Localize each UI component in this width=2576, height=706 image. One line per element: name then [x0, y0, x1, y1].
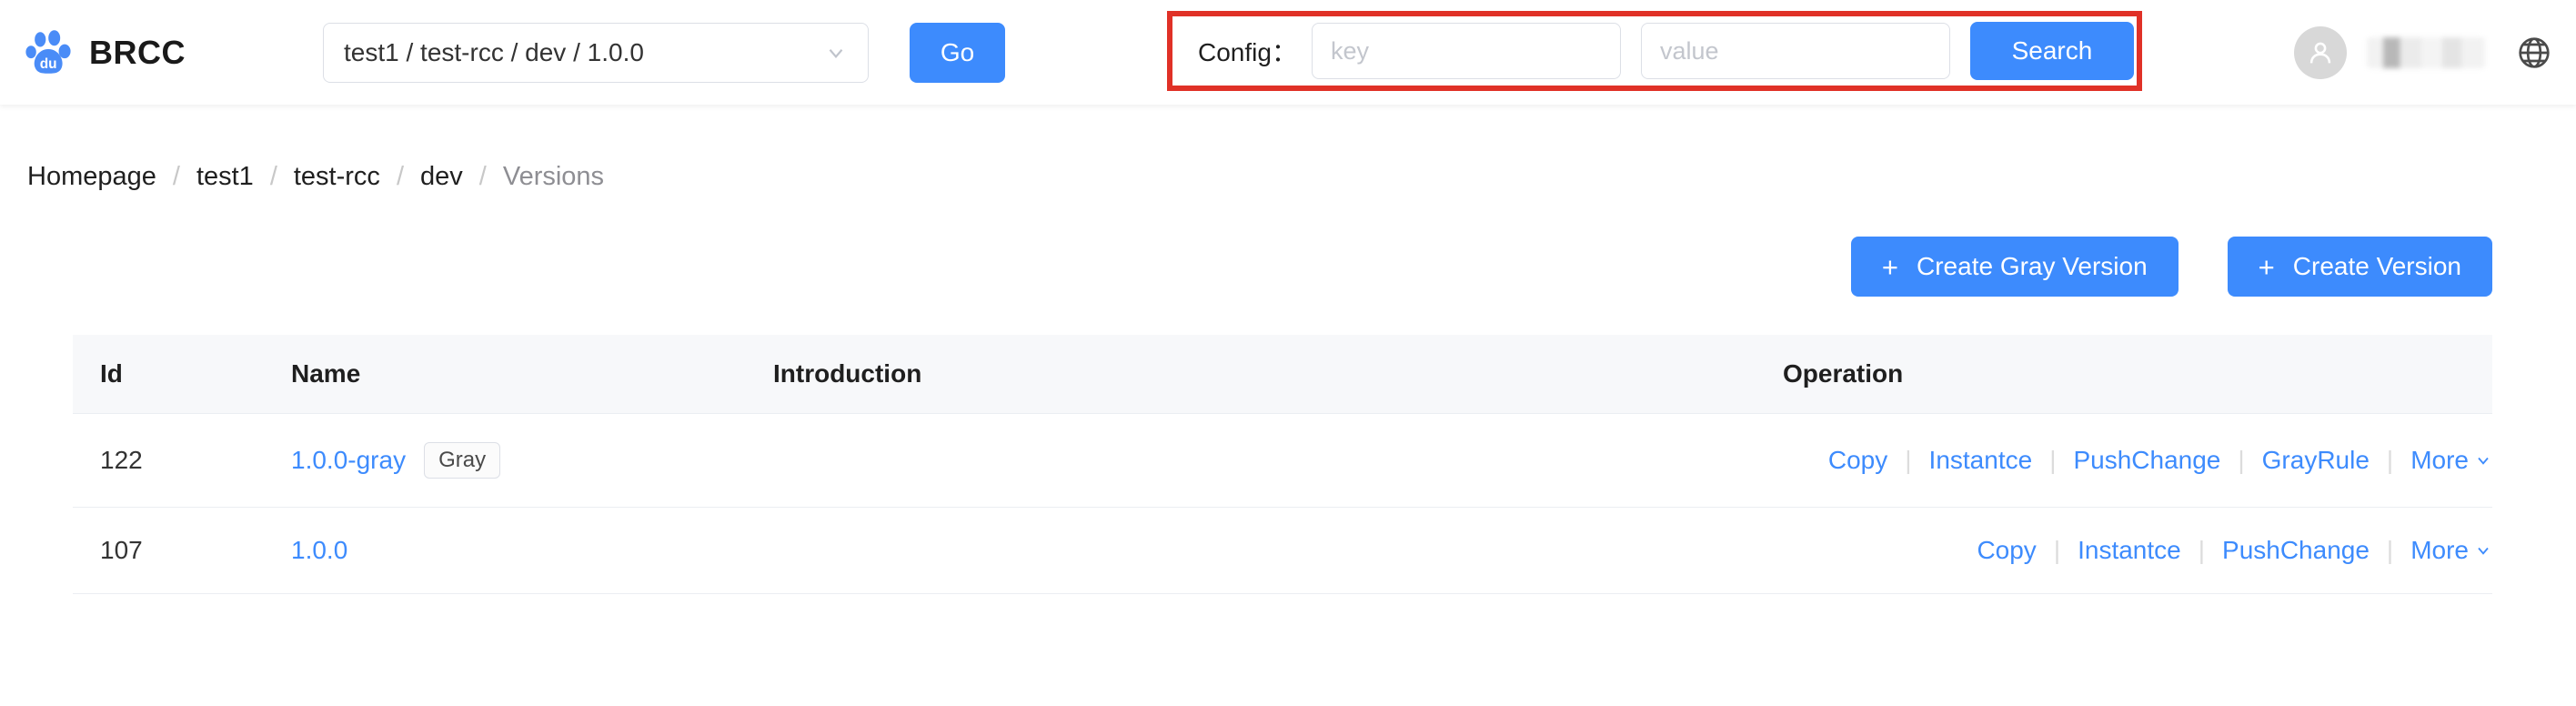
breadcrumb-separator: /: [478, 162, 487, 191]
breadcrumb-item-dev[interactable]: dev: [420, 162, 463, 192]
user-area: [2294, 0, 2552, 105]
chevron-down-icon: [2478, 457, 2489, 465]
column-header-operation: Operation: [1783, 335, 2492, 414]
cell-introduction: [773, 507, 1783, 594]
operation-separator: |: [2049, 446, 2057, 474]
more-label: More: [2410, 446, 2469, 474]
plus-icon: +: [1881, 250, 1898, 283]
grayrule-link[interactable]: GrayRule: [2262, 446, 2370, 475]
cell-introduction: [773, 413, 1783, 508]
config-value-input[interactable]: [1640, 23, 1950, 79]
instance-link[interactable]: Instantce: [2078, 536, 2181, 565]
versions-table-wrapper: Id Name Introduction Operation 122 1.0.0…: [73, 335, 2492, 594]
copy-link[interactable]: Copy: [1977, 536, 2036, 565]
more-dropdown[interactable]: More: [2410, 446, 2492, 475]
config-search-group: Config： Search: [1167, 11, 2142, 91]
version-name-link[interactable]: 1.0.0-gray: [291, 446, 406, 475]
operation-separator: |: [2053, 536, 2061, 564]
breadcrumb-item-test1[interactable]: test1: [196, 162, 254, 192]
version-name-link[interactable]: 1.0.0: [291, 536, 347, 565]
go-button[interactable]: Go: [910, 23, 1005, 83]
breadcrumb-separator: /: [172, 162, 180, 191]
create-gray-version-label: Create Gray Version: [1917, 252, 2148, 280]
table-body: 122 1.0.0-gray Gray Copy | Instantce | P…: [73, 413, 2492, 594]
breadcrumb-item-homepage[interactable]: Homepage: [27, 162, 156, 192]
chevron-down-icon: [2478, 547, 2489, 555]
globe-icon[interactable]: [2516, 35, 2552, 71]
table-header: Id Name Introduction Operation: [73, 335, 2492, 414]
name-cell: 1.0.0: [291, 536, 773, 565]
search-button[interactable]: Search: [1969, 22, 2134, 80]
breadcrumb-item-test-rcc[interactable]: test-rcc: [294, 162, 380, 192]
avatar[interactable]: [2294, 25, 2347, 79]
status-badge: Gray: [424, 442, 501, 479]
operation-separator: |: [1905, 446, 1912, 474]
cell-operation: Copy | Instantce | PushChange | More: [1783, 507, 2492, 594]
cell-operation: Copy | Instantce | PushChange | GrayRule…: [1783, 413, 2492, 508]
env-selector[interactable]: test1 / test-rcc / dev / 1.0.0: [323, 23, 869, 83]
chevron-down-icon: [829, 49, 843, 58]
brand[interactable]: du BRCC: [25, 29, 186, 76]
table-header-row: Id Name Introduction Operation: [73, 335, 2492, 414]
instance-link[interactable]: Instantce: [1929, 446, 2033, 475]
breadcrumb-item-versions: Versions: [502, 162, 605, 191]
pushchange-link[interactable]: PushChange: [2073, 446, 2220, 475]
breadcrumb-separator: /: [269, 162, 277, 191]
user-avatar-icon: [2309, 42, 2331, 63]
column-header-name: Name: [291, 335, 773, 414]
cell-name: 1.0.0-gray Gray: [291, 413, 773, 508]
cell-id: 107: [73, 507, 291, 594]
more-dropdown[interactable]: More: [2410, 536, 2492, 565]
username-label: [2367, 36, 2485, 68]
operation-separator: |: [2198, 536, 2206, 564]
column-header-introduction: Introduction: [773, 335, 1783, 414]
app-header: du BRCC test1 / test-rcc / dev / 1.0.0 G…: [0, 0, 2576, 105]
column-header-id: Id: [73, 335, 291, 414]
name-cell: 1.0.0-gray Gray: [291, 442, 773, 479]
create-version-button[interactable]: + Create Version: [2227, 237, 2492, 297]
operation-separator: |: [2386, 446, 2394, 474]
copy-link[interactable]: Copy: [1828, 446, 1887, 475]
versions-table: Id Name Introduction Operation 122 1.0.0…: [73, 335, 2492, 594]
breadcrumb-separator: /: [396, 162, 404, 191]
page-actions: + Create Gray Version + Create Version: [0, 237, 2576, 297]
operation-separator: |: [2238, 446, 2245, 474]
breadcrumb: Homepage / test1 / test-rcc / dev / Vers…: [27, 105, 2576, 192]
operation-links: Copy | Instantce | PushChange | GrayRule…: [1783, 446, 2492, 475]
config-key-input[interactable]: [1311, 23, 1621, 79]
more-label: More: [2410, 536, 2469, 564]
svg-text:du: du: [40, 56, 57, 72]
plus-icon: +: [2258, 250, 2275, 283]
operation-separator: |: [2386, 536, 2394, 564]
config-label: Config：: [1198, 38, 1297, 66]
cell-name: 1.0.0: [291, 507, 773, 594]
env-selector-value: test1 / test-rcc / dev / 1.0.0: [344, 38, 644, 66]
create-gray-version-button[interactable]: + Create Gray Version: [1850, 237, 2179, 297]
operation-links: Copy | Instantce | PushChange | More: [1783, 536, 2492, 565]
brand-name: BRCC: [89, 33, 186, 71]
baidu-paw-logo-icon: du: [25, 29, 71, 74]
cell-id: 122: [73, 413, 291, 508]
table-row: 122 1.0.0-gray Gray Copy | Instantce | P…: [73, 413, 2492, 508]
create-version-label: Create Version: [2292, 252, 2461, 280]
table-row: 107 1.0.0 Copy | Instantce | PushChange …: [73, 507, 2492, 594]
pushchange-link[interactable]: PushChange: [2222, 536, 2370, 565]
